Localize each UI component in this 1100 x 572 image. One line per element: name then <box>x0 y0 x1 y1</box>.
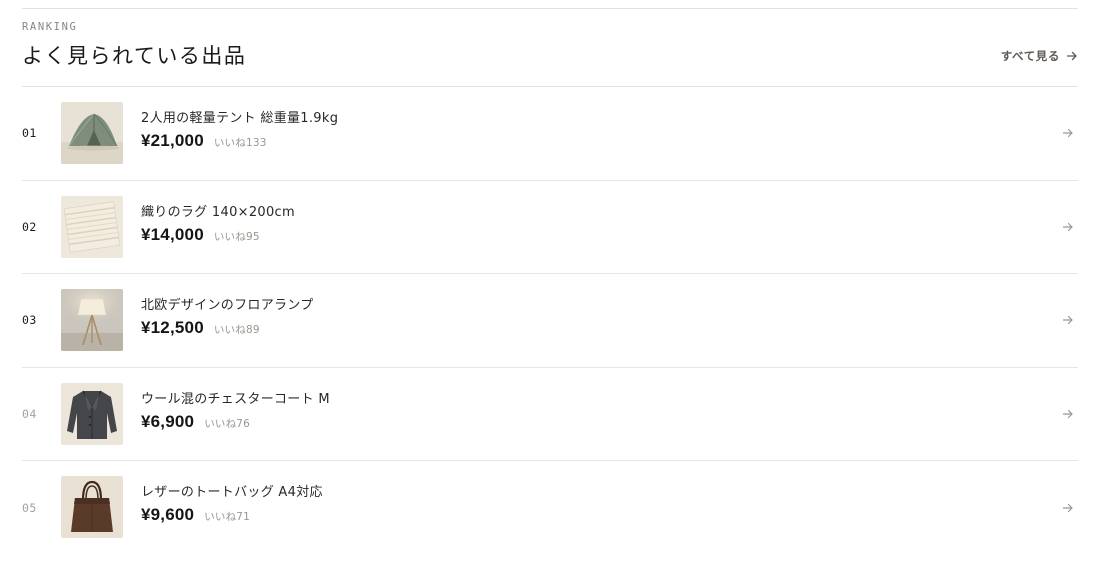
item-meta: ¥12,500 いいね89 <box>141 318 314 338</box>
floor-lamp-icon <box>61 289 123 352</box>
section-eyebrow: RANKING <box>22 21 78 33</box>
item-likes: いいね133 <box>213 137 267 149</box>
arrow-right-icon[interactable] <box>1062 461 1074 554</box>
ranking-item[interactable]: 02 織りのラグ 140×200cm ¥14,000 いいね95 <box>22 181 1078 275</box>
section-title: よく見られている出品 <box>22 44 247 68</box>
item-likes: いいね89 <box>213 324 260 337</box>
item-meta: ¥14,000 いいね95 <box>141 225 295 245</box>
tote-bag-icon <box>61 476 123 539</box>
item-name: レザーのトートバッグ A4対応 <box>141 485 323 501</box>
item-name: 北欧デザインのフロアランプ <box>141 298 314 314</box>
see-all-label: すべて見る <box>1000 49 1060 63</box>
rank-number: 05 <box>22 500 37 515</box>
item-price: ¥21,000 <box>141 131 204 150</box>
top-divider <box>22 8 1078 9</box>
tent-icon <box>61 102 123 164</box>
item-price: ¥6,900 <box>141 411 195 431</box>
item-price: ¥9,600 <box>141 505 195 525</box>
arrow-right-icon[interactable] <box>1062 87 1074 180</box>
coat-icon <box>61 382 123 445</box>
rug-icon <box>61 195 123 258</box>
rank-number: 02 <box>22 219 37 234</box>
item-price: ¥14,000 <box>141 224 204 244</box>
rank-number: 03 <box>22 313 37 328</box>
item-info: 北欧デザインのフロアランプ ¥12,500 いいね89 <box>141 296 314 338</box>
item-meta: ¥9,600 いいね71 <box>141 505 323 525</box>
rank-number: 04 <box>22 407 37 422</box>
ranking-item[interactable]: 03 北欧デザインのフロアランプ ¥12,500 いいね89 <box>22 274 1078 368</box>
ranking-item[interactable]: 04 ウール混のチェスターコート M ¥6,900 いいね76 <box>22 368 1078 462</box>
item-name: 2人用の軽量テント 総重量1.9kg <box>141 111 339 126</box>
ranking-item[interactable]: 01 2人用の軽量テント 総重量1.9kg ¥21,000 いいね133 <box>22 87 1078 181</box>
see-all-link[interactable]: すべて見る <box>1001 47 1078 65</box>
item-info: ウール混のチェスターコート M ¥6,900 いいね76 <box>141 390 330 432</box>
arrow-right-icon[interactable] <box>1062 368 1074 461</box>
item-likes: いいね95 <box>213 230 260 243</box>
item-info: レザーのトートバッグ A4対応 ¥9,600 いいね71 <box>141 483 323 525</box>
item-name: ウール混のチェスターコート M <box>141 391 330 407</box>
arrow-right-icon <box>1066 50 1078 62</box>
ranking-section: RANKING よく見られている出品 すべて見る 01 2人用の軽量テント 総重… <box>22 0 1078 572</box>
item-info: 織りのラグ 140×200cm ¥14,000 いいね95 <box>141 203 295 245</box>
item-likes: いいね76 <box>204 417 251 430</box>
item-name: 織りのラグ 140×200cm <box>141 204 295 220</box>
item-price: ¥12,500 <box>141 318 204 338</box>
arrow-right-icon[interactable] <box>1062 274 1074 367</box>
item-meta: ¥6,900 いいね76 <box>141 412 330 432</box>
ranking-list: 01 2人用の軽量テント 総重量1.9kg ¥21,000 いいね133 02 … <box>22 86 1078 554</box>
item-meta: ¥21,000 いいね133 <box>141 131 338 151</box>
rank-number: 01 <box>22 126 37 141</box>
item-info: 2人用の軽量テント 総重量1.9kg ¥21,000 いいね133 <box>141 109 338 151</box>
arrow-right-icon[interactable] <box>1062 181 1074 274</box>
ranking-item[interactable]: 05 レザーのトートバッグ A4対応 ¥9,600 いいね71 <box>22 461 1078 554</box>
item-likes: いいね71 <box>204 511 251 524</box>
